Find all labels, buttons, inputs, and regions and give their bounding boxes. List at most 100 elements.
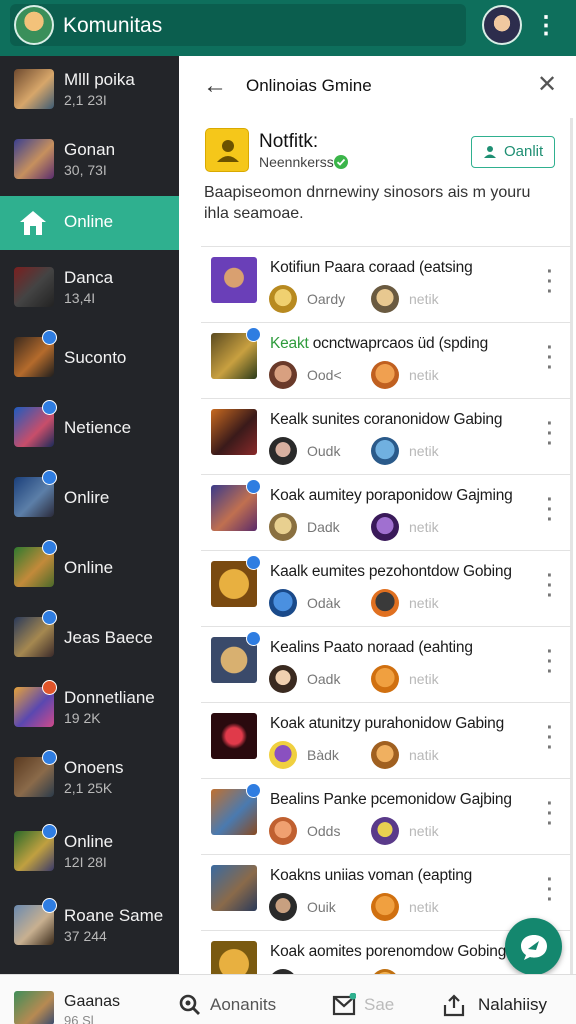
list-item-meta: Ood< [307,367,342,383]
sidebar-item-label: Onlire [64,488,110,507]
list-item-status: netik [409,595,439,611]
sidebar-item-label: Donnetliane [64,688,155,707]
more-vertical-icon[interactable]: · · · [543,718,557,758]
more-vertical-icon[interactable]: · · · [543,414,557,454]
list-item[interactable]: Bealins Panke pcemonidow Gajbing Odds ne… [201,778,571,854]
sidebar-item[interactable]: Netience [0,394,179,464]
sidebar-item-count: 2,1 25K [64,780,113,796]
list-item-status: netik [409,519,439,535]
sidebar-item[interactable]: Jeas Baece [0,604,179,674]
list-item[interactable]: Koakns uniias voman (eapting Ouik netik … [201,854,571,930]
sidebar-item-label: Mlll poika [64,70,135,89]
avatar [269,285,297,313]
avatar [269,665,297,693]
bottom-navigation: Gaanas 96 Sl Aonanits Sae Nalahiisy [0,974,576,1024]
user-avatar[interactable] [482,5,522,45]
online-button[interactable]: Oanlit [471,136,555,168]
sidebar-item-label: Online [64,558,114,577]
avatar [269,893,297,921]
avatar [371,361,399,389]
notification-badge [42,540,57,555]
list-item[interactable]: Kotifiun Paara coraad (eatsing Oardy net… [201,246,571,322]
avatar [269,513,297,541]
more-vertical-icon[interactable]: · · · [543,566,557,606]
back-arrow-icon[interactable]: ← [203,74,227,98]
sidebar-item[interactable]: Onlire [0,464,179,534]
sidebar-item[interactable]: Mlll poika 2,1 23I [0,56,179,126]
nav-item-sae[interactable]: Sae [364,995,394,1015]
bottom-game-count: 96 Sl [64,1013,94,1024]
sidebar-item-count: 30, 73I [64,162,107,178]
app-title: Komunitas [63,14,163,37]
mail-icon[interactable] [332,993,356,1017]
community-avatar[interactable] [14,5,54,45]
sidebar-item[interactable]: Onoens 2,1 25K [0,744,179,814]
sidebar-item-count: 37 244 [64,928,107,944]
avatar [269,741,297,769]
game-thumbnail [14,267,54,307]
list-item-status: netik [409,443,439,459]
more-vertical-icon[interactable]: · · · [543,490,557,530]
avatar [371,665,399,693]
avatar [371,893,399,921]
notification-badge [246,631,261,646]
list-item-meta: Odàk [307,595,341,611]
list-item-status: natik [409,747,439,763]
search-icon[interactable] [178,993,202,1017]
notification-subtitle: Neennkerss [259,154,334,170]
list-item[interactable]: Koak aumitey poraponidow Gajming Dadk ne… [201,474,571,550]
list-item[interactable]: Koak atunitzy purahonidow Gabing Bàdk na… [201,702,571,778]
sidebar-item[interactable]: Donnetliane 19 2K [0,674,179,744]
notification-badge [42,898,57,913]
avatar [269,817,297,845]
list-item-meta: Oardy [307,291,346,307]
list-item[interactable]: Kealins Paato noraad (eahting Oadk netik… [201,626,571,702]
notification-title: Notfitk: [259,131,319,152]
avatar [371,589,399,617]
list-item-title: Kealk sunites coranonidow Gabing [270,411,503,428]
sidebar-item[interactable]: Danca 13,4I [0,254,179,324]
sidebar-item[interactable]: Roane Same 37 244 [0,892,179,962]
list-item[interactable]: Keakt ocnctwaprcaos üd (spding Ood< neti… [201,322,571,398]
sidebar-item-count: 19 2K [64,710,101,726]
game-thumbnail [211,941,257,974]
sidebar-item-label: Netience [64,418,132,437]
sidebar-item[interactable]: Online [0,534,179,604]
nav-item-nalahiisy[interactable]: Nalahiisy [478,995,547,1015]
more-vertical-icon[interactable]: · · · [543,642,557,682]
game-thumbnail[interactable] [14,991,54,1024]
sidebar-item[interactable]: Online 12I 28I [0,818,179,888]
list-item[interactable]: Kealk sunites coranonidow Gabing Oudk ne… [201,398,571,474]
list-item-title-highlight: Keakt [270,335,309,352]
avatar [269,361,297,389]
more-vertical-icon[interactable]: · · · [543,262,557,302]
more-vertical-icon[interactable]: ⋮ [534,12,558,40]
notification-badge [42,750,57,765]
sidebar-item-label: Suconto [64,348,127,367]
sidebar-item-label: Jeas Baece [64,628,153,647]
list-item-title: Kaalk eumites pezohontdow Gobing [270,563,512,580]
sidebar-item[interactable]: Gonan 30, 73I [0,126,179,196]
more-vertical-icon[interactable]: · · · [543,870,557,910]
avatar [269,589,297,617]
list-item-status: netik [409,671,439,687]
nav-item-aonanits[interactable]: Aonanits [210,995,276,1015]
person-icon [205,128,249,172]
more-vertical-icon[interactable]: · · · [543,794,557,834]
more-vertical-icon[interactable]: · · · [543,338,557,378]
sidebar-item-label: Danca [64,268,114,287]
sidebar-item-label: Online [64,212,114,231]
game-thumbnail [211,409,257,455]
list-item-title: Koakns uniias voman (eapting [270,867,473,884]
share-icon[interactable] [442,993,466,1017]
panel-title: Onlinoias Gmine [246,76,372,95]
sidebar-item[interactable]: Suconto [0,324,179,394]
sidebar-item-online[interactable]: Online [0,196,179,250]
sidebar-item-count: 2,1 23I [64,92,107,108]
avatar [371,437,399,465]
list-item[interactable]: Kaalk eumites pezohontdow Gobing Odàk ne… [201,550,571,626]
close-icon[interactable]: ✕ [535,73,559,97]
list-item-meta: Oadk [307,671,341,687]
chat-fab[interactable] [505,918,562,975]
sidebar-item-count: 13,4I [64,290,96,306]
